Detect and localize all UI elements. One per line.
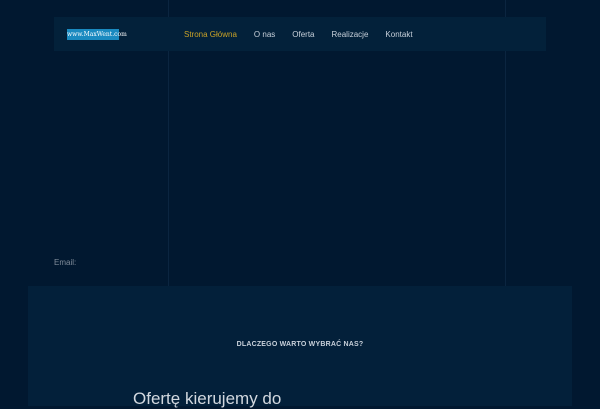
why-us-section: DLACZEGO WARTO WYBRAĆ NAS? Ofertę kieruj… xyxy=(28,286,572,408)
nav-projects[interactable]: Realizacje xyxy=(332,30,369,39)
nav-about[interactable]: O nas xyxy=(254,30,275,39)
nav-offer[interactable]: Oferta xyxy=(292,30,314,39)
section-heading: Ofertę kierujemy do xyxy=(133,389,282,408)
email-label: Email: xyxy=(54,258,77,267)
nav-contact[interactable]: Kontakt xyxy=(385,30,412,39)
section-eyebrow: DLACZEGO WARTO WYBRAĆ NAS? xyxy=(236,341,364,348)
main-menu: Strona Główna O nas Oferta Realizacje Ko… xyxy=(184,17,413,51)
logo[interactable]: www.MaxWent.com xyxy=(67,29,127,40)
nav-home[interactable]: Strona Główna xyxy=(184,30,237,39)
navbar: www.MaxWent.com Strona Główna O nas Ofer… xyxy=(54,17,546,51)
